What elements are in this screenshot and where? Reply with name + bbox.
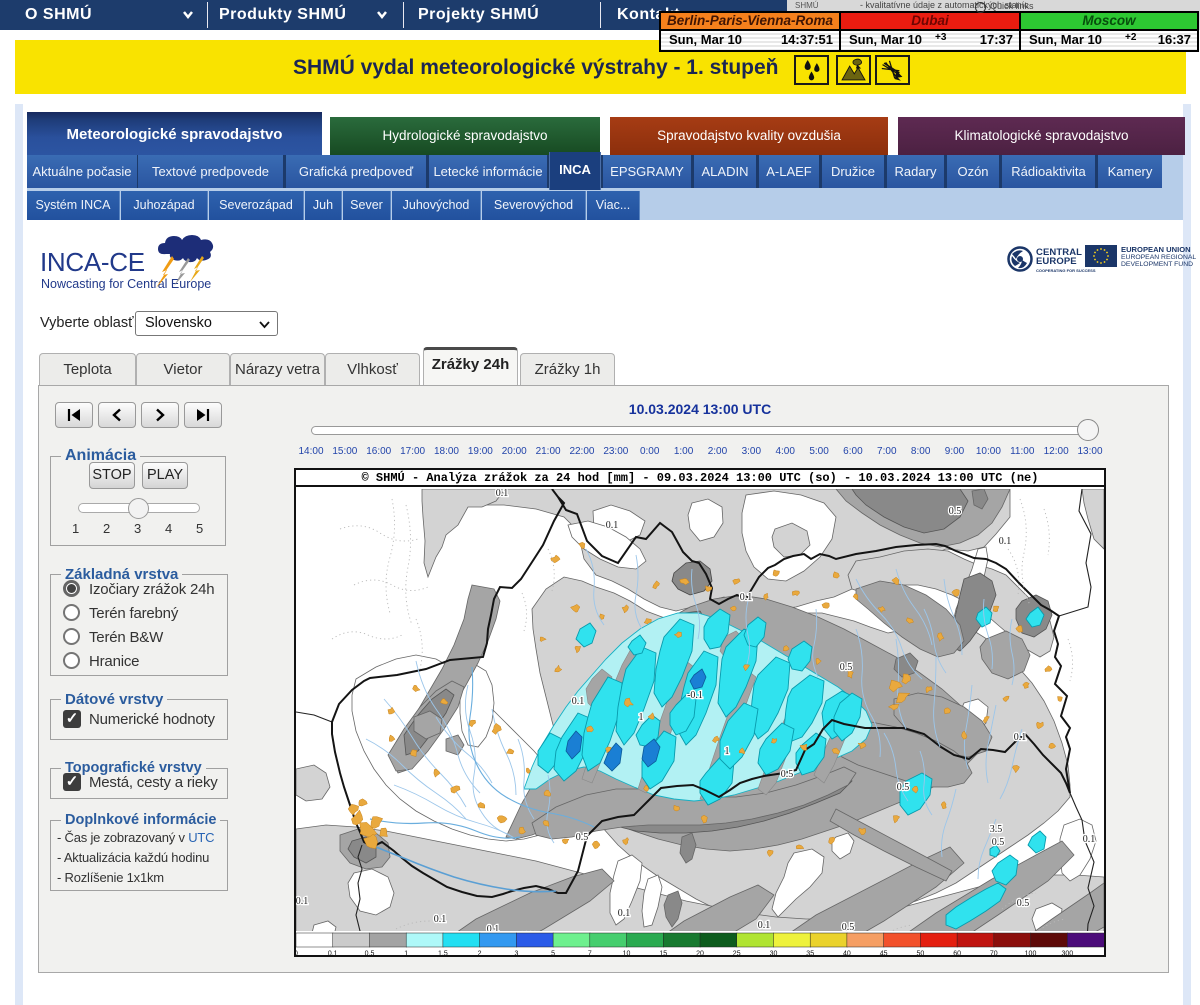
svg-text:5: 5	[551, 951, 555, 956]
svg-text:10: 10	[623, 951, 631, 956]
svg-text:45: 45	[880, 951, 888, 956]
svg-text:0.5: 0.5	[897, 782, 910, 793]
svg-text:0.1: 0.1	[434, 914, 447, 925]
svg-text:20: 20	[696, 951, 704, 956]
svg-text:0.1: 0.1	[1014, 732, 1027, 743]
svg-text:0.1: 0.1	[572, 696, 585, 707]
svg-text:0.1: 0.1	[618, 908, 631, 919]
svg-text:0.5: 0.5	[781, 769, 794, 780]
svg-text:0.1: 0.1	[496, 489, 509, 499]
svg-text:35: 35	[806, 951, 814, 956]
svg-text:1: 1	[404, 951, 408, 956]
svg-text:300: 300	[1061, 951, 1073, 956]
svg-text:7: 7	[588, 951, 592, 956]
svg-text:0.5: 0.5	[365, 951, 375, 956]
svg-text:25: 25	[733, 951, 741, 956]
svg-text:30: 30	[770, 951, 778, 956]
svg-text:40: 40	[843, 951, 851, 956]
svg-text:50: 50	[917, 951, 925, 956]
svg-text:0.1: 0.1	[1083, 834, 1096, 845]
svg-text:0.5: 0.5	[1017, 898, 1030, 909]
svg-text:0.5: 0.5	[992, 837, 1005, 848]
svg-text:1: 1	[639, 712, 644, 723]
svg-text:0.1: 0.1	[758, 920, 771, 931]
svg-text:60: 60	[953, 951, 961, 956]
svg-text:0.1: 0.1	[999, 536, 1012, 547]
svg-text:3: 3	[514, 951, 518, 956]
svg-text:0.1: 0.1	[328, 951, 338, 956]
svg-text:15: 15	[659, 951, 667, 956]
svg-text:3.5: 3.5	[990, 824, 1003, 835]
svg-text:70: 70	[990, 951, 998, 956]
svg-text:0.5: 0.5	[949, 506, 962, 517]
svg-text:-0.1: -0.1	[687, 690, 703, 701]
svg-text:0.5: 0.5	[840, 662, 853, 673]
svg-text:0.1: 0.1	[740, 592, 753, 603]
svg-text:100: 100	[1025, 951, 1037, 956]
svg-text:0.1: 0.1	[606, 520, 619, 531]
svg-text:0.1: 0.1	[296, 896, 308, 907]
svg-text:0: 0	[296, 951, 298, 956]
svg-text:1.5: 1.5	[438, 951, 448, 956]
svg-text:2: 2	[478, 951, 482, 956]
svg-text:0.5: 0.5	[576, 832, 589, 843]
svg-text:1: 1	[725, 746, 730, 757]
